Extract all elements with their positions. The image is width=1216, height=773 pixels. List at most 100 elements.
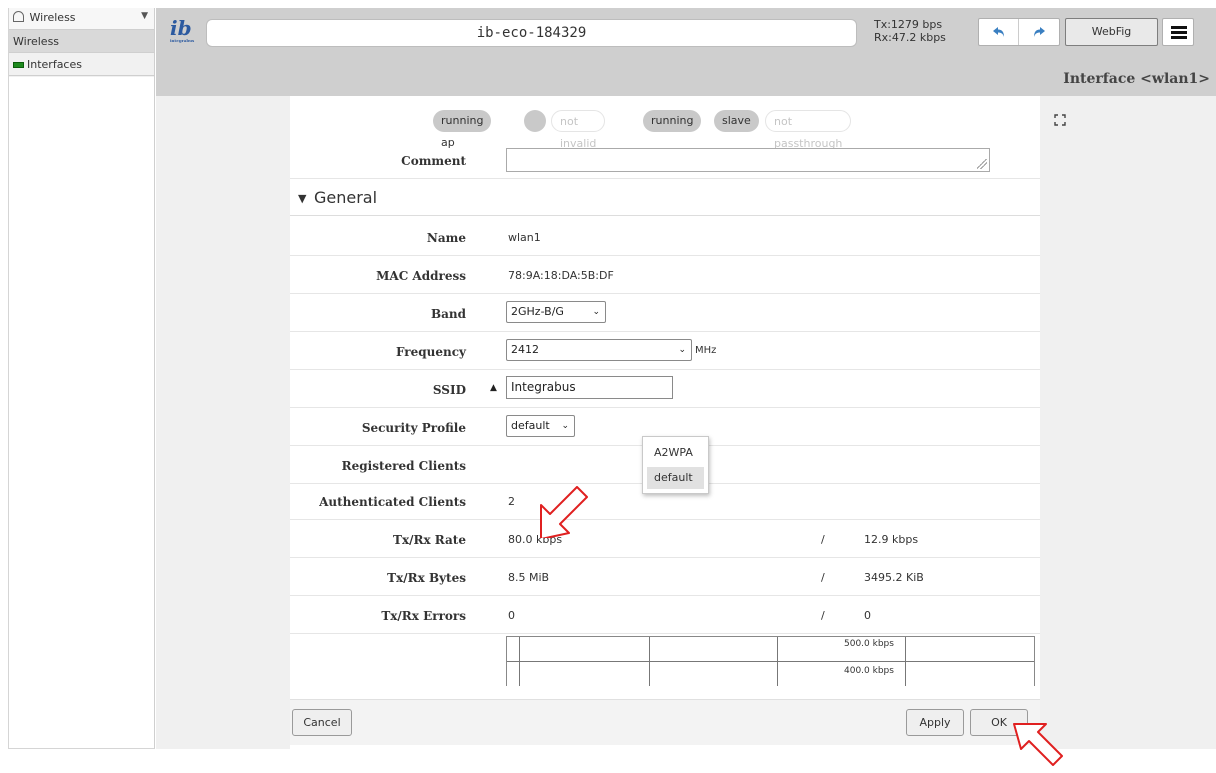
rx-rate-value: 12.9 kbps — [864, 533, 919, 546]
webfig-page: Wireless ▼ Wireless Interfaces ib integr… — [0, 0, 1216, 773]
security-profile-dropdown: A2WPA default — [642, 436, 709, 494]
separator: / — [821, 571, 825, 584]
redo-button[interactable] — [1019, 19, 1059, 45]
sidebar-item-wireless[interactable]: Wireless — [9, 30, 154, 53]
top-header: ib integrabus ib-eco-184329 Tx:1279 bps … — [156, 8, 1216, 96]
redo-icon — [1034, 27, 1045, 37]
chevron-down-icon[interactable]: ▼ — [141, 11, 148, 21]
authenticated-clients-value: 2 — [508, 495, 515, 508]
router-identity: ib-eco-184329 — [206, 19, 857, 47]
fullscreen-icon[interactable] — [1054, 114, 1066, 126]
name-label: Name — [426, 231, 466, 245]
registered-clients-label: Registered Clients — [341, 459, 466, 473]
logo-subtext: integrabus — [170, 38, 195, 43]
ssid-row: SSID ▲ Integrabus — [290, 370, 1040, 408]
rx-bytes-value: 3495.2 KiB — [864, 571, 924, 584]
sidebar-selector-label: Wireless — [29, 11, 76, 24]
band-row: Band 2GHz-B/G ⌄ — [290, 294, 1040, 332]
hamburger-icon-bar — [1171, 31, 1187, 34]
graph-gridline — [507, 661, 1034, 662]
section-title: General — [314, 188, 378, 207]
band-value: 2GHz-B/G — [511, 305, 564, 318]
undo-button[interactable] — [979, 19, 1019, 45]
frequency-label: Frequency — [395, 345, 466, 359]
graph-label: 400.0 kbps — [844, 666, 894, 676]
sidebar-item-interfaces[interactable]: Interfaces — [9, 53, 154, 76]
flag-running-ap: running ap — [433, 110, 492, 149]
undo-icon — [992, 27, 1004, 37]
webfig-button[interactable]: WebFig — [1065, 18, 1158, 46]
collapse-triangle-icon[interactable]: ▲ — [490, 383, 497, 393]
dropdown-option[interactable]: default — [647, 467, 704, 489]
txrx-bytes-row: Tx/Rx Bytes 8.5 MiB / 3495.2 KiB — [290, 558, 1040, 596]
tx-rate: Tx:1279 bps — [874, 18, 943, 31]
menu-button[interactable] — [1162, 18, 1194, 46]
rx-errors-value: 0 — [864, 609, 871, 622]
name-row: Name wlan1 — [290, 218, 1040, 256]
chevron-down-icon: ⌄ — [592, 307, 600, 317]
caret-down-icon[interactable]: ▼ — [298, 192, 306, 205]
ssid-label: SSID — [432, 383, 466, 397]
frequency-value: 2412 — [511, 343, 539, 356]
name-value: wlan1 — [508, 231, 541, 244]
band-select[interactable]: 2GHz-B/G ⌄ — [506, 301, 606, 323]
mac-row: MAC Address 78:9A:18:DA:5B:DF — [290, 256, 1040, 294]
wireless-icon — [13, 11, 24, 22]
sidebar-item-label: Interfaces — [27, 58, 82, 71]
hamburger-icon — [1171, 26, 1187, 29]
hamburger-icon-bar — [1171, 36, 1187, 39]
section-general[interactable]: ▼ General — [290, 184, 1040, 216]
txrx-bytes-label: Tx/Rx Bytes — [387, 571, 466, 585]
mac-value: 78:9A:18:DA:5B:DF — [508, 269, 614, 282]
cancel-button[interactable]: Cancel — [292, 709, 352, 736]
ssid-input[interactable]: Integrabus — [506, 376, 673, 399]
comment-field[interactable] — [506, 148, 990, 172]
sidebar-empty-area — [9, 77, 154, 748]
traffic-rates: Tx:1279 bps Rx:47.2 kbps — [874, 18, 946, 44]
authenticated-clients-label: Authenticated Clients — [319, 495, 466, 509]
pointer-arrow-icon — [1013, 723, 1063, 766]
chevron-down-icon: ⌄ — [561, 421, 569, 431]
resize-grip-icon[interactable] — [977, 159, 987, 169]
apply-button[interactable]: Apply — [906, 709, 964, 736]
interfaces-icon — [13, 62, 24, 68]
logo-text: ib — [170, 16, 192, 40]
separator: / — [821, 533, 825, 546]
flag-slave: slave — [714, 110, 759, 132]
txrx-errors-row: Tx/Rx Errors 0 / 0 — [290, 596, 1040, 634]
separator: / — [821, 609, 825, 622]
logo: ib integrabus — [170, 16, 195, 43]
flag-empty — [524, 110, 546, 132]
txrx-rate-label: Tx/Rx Rate — [393, 533, 466, 547]
comment-label: Comment — [401, 154, 466, 168]
chevron-down-icon: ⌄ — [678, 345, 686, 355]
page-title: Interface <wlan1> — [1063, 71, 1210, 87]
tx-errors-value: 0 — [508, 609, 515, 622]
sidebar-selector[interactable]: Wireless ▼ — [9, 8, 154, 30]
band-label: Band — [430, 307, 466, 321]
undo-redo-group — [978, 18, 1060, 46]
comment-row: Comment — [290, 141, 1040, 179]
txrx-rate-row: Tx/Rx Rate 80.0 kbps / 12.9 kbps — [290, 520, 1040, 558]
sidebar-item-label: Wireless — [13, 35, 60, 48]
traffic-graph: 500.0 kbps 400.0 kbps — [506, 636, 1035, 686]
form-action-bar: Cancel Apply OK — [290, 699, 1040, 745]
flag-not-invalid: not invalid — [551, 110, 606, 150]
security-profile-select[interactable]: default ⌄ — [506, 415, 575, 437]
frequency-row: Frequency 2412 ⌄ MHz — [290, 332, 1040, 370]
rx-rate: Rx:47.2 kbps — [874, 31, 946, 44]
security-profile-label: Security Profile — [361, 421, 466, 435]
security-profile-value: default — [511, 419, 550, 432]
flag-running: running — [643, 110, 702, 132]
dropdown-option[interactable]: A2WPA — [647, 442, 704, 464]
sidebar: Wireless ▼ Wireless Interfaces — [8, 8, 155, 749]
content-area: running ap not invalid running slave not… — [156, 96, 1216, 749]
flag-not-passthrough: not passthrough — [765, 110, 852, 150]
pointer-arrow-icon — [540, 486, 588, 538]
frequency-select[interactable]: 2412 ⌄ — [506, 339, 692, 361]
txrx-errors-label: Tx/Rx Errors — [381, 609, 466, 623]
mac-label: MAC Address — [376, 269, 466, 283]
tx-bytes-value: 8.5 MiB — [508, 571, 550, 584]
frequency-unit: MHz — [695, 345, 717, 356]
interface-form: running ap not invalid running slave not… — [290, 96, 1040, 749]
